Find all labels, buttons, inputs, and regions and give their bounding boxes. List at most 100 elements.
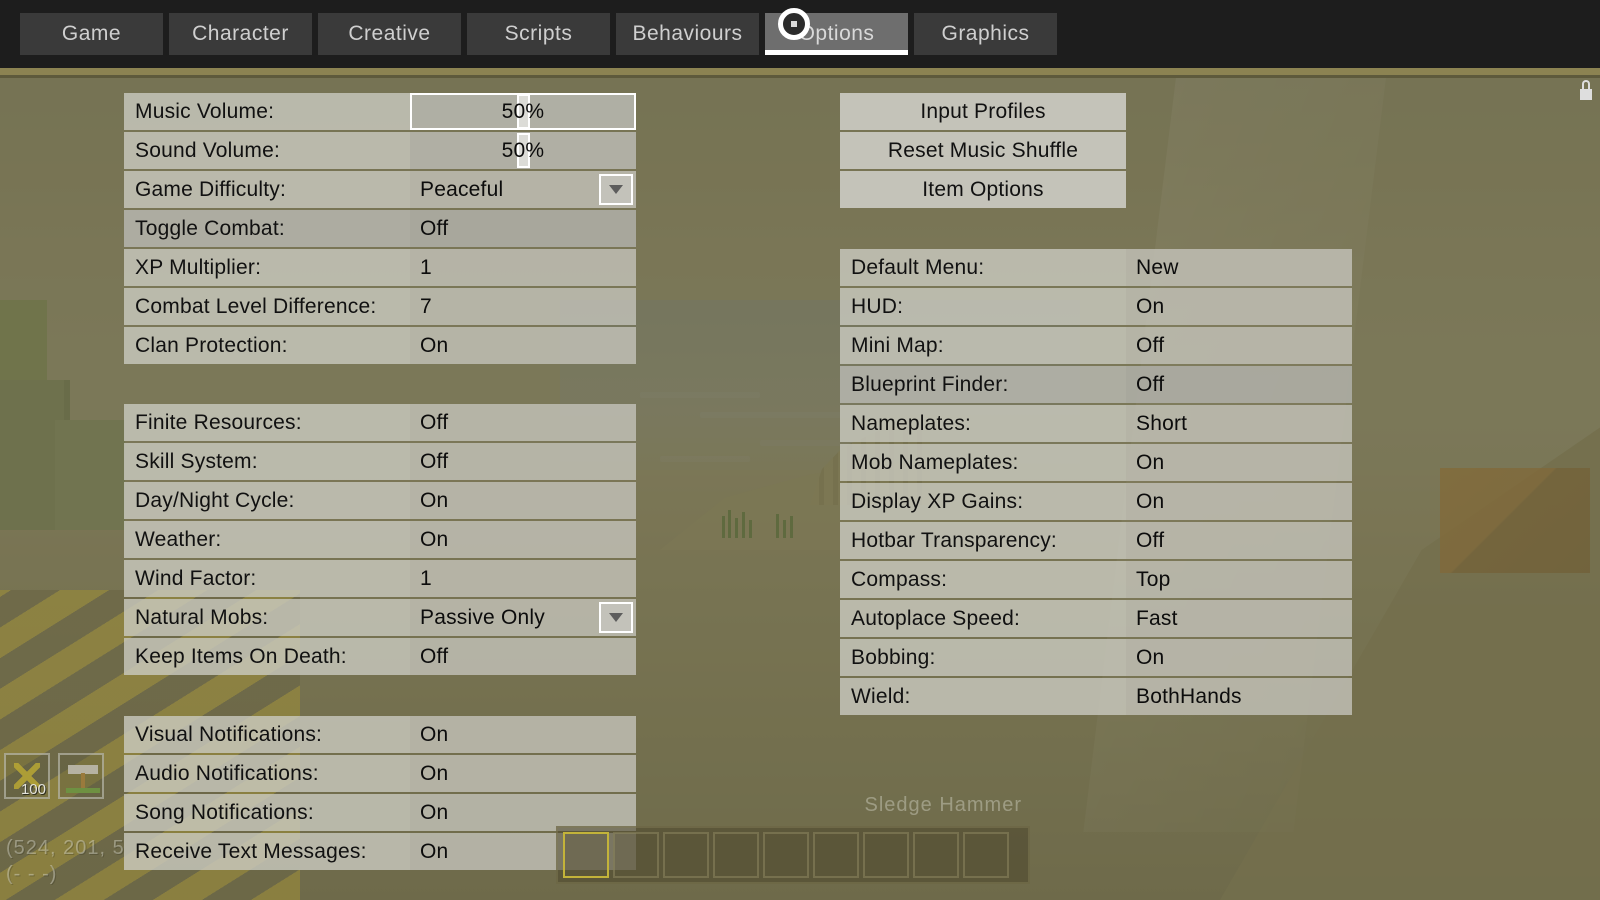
setting-value-text: Off [1136,528,1165,552]
game-options-screen: Game Character Creative Scripts Behaviours Op… [0,0,1600,900]
setting-value-text: Off [1136,333,1165,357]
setting-value-text: Short [1136,411,1188,435]
setting-value-text: On [420,333,449,357]
setting-value[interactable]: On [1126,444,1352,481]
setting-value[interactable]: On [410,521,636,558]
tab-scripts[interactable]: Scripts [467,13,610,55]
setting-value-text: BothHands [1136,684,1242,708]
setting-value-text: Off [420,644,449,668]
setting-row: Nameplates: Short [840,405,1352,442]
setting-row: Wield: BothHands [840,678,1352,715]
setting-row: Combat Level Difference: 7 [124,288,636,325]
setting-value[interactable]: Off [1126,366,1352,403]
chevron-down-glyph [609,185,623,194]
setting-value[interactable]: 1 [410,560,636,597]
setting-value[interactable]: On [1126,483,1352,520]
setting-label: Combat Level Difference: [124,288,410,325]
setting-value-text: On [420,722,449,746]
setting-row: Default Menu: New [840,249,1352,286]
setting-dropdown[interactable]: Passive Only [410,599,636,636]
setting-label: Wield: [840,678,1126,715]
setting-value-text: On [420,761,449,785]
setting-row: XP Multiplier: 1 [124,249,636,286]
hotbar [556,826,1030,884]
hotbar-slot[interactable] [613,832,659,878]
setting-value[interactable]: Off [1126,327,1352,364]
setting-row: Hotbar Transparency: Off [840,522,1352,559]
setting-row: Compass: Top [840,561,1352,598]
setting-value[interactable]: Top [1126,561,1352,598]
tab-creative[interactable]: Creative [318,13,461,55]
setting-row: Bobbing: On [840,639,1352,676]
tabbar-accent-line [0,68,1600,75]
setting-value-text: 1 [420,255,432,279]
setting-value[interactable]: Off [410,443,636,480]
tabbar-accent-line-shadow [0,75,1600,78]
setting-label: Compass: [840,561,1126,598]
tab-character[interactable]: Character [169,13,312,55]
hotbar-slot[interactable] [713,832,759,878]
hotbar-slot[interactable] [913,832,959,878]
setting-label: Wind Factor: [124,560,410,597]
setting-row: Game Difficulty: Peaceful [124,171,636,208]
slider-value-text: 50% [501,138,545,162]
item-options-button[interactable]: Item Options [840,171,1126,208]
setting-value[interactable]: On [1126,288,1352,325]
chevron-down-glyph [609,613,623,622]
setting-value-text: Off [420,216,449,240]
reset-music-shuffle-button[interactable]: Reset Music Shuffle [840,132,1126,169]
setting-value[interactable]: Off [410,404,636,441]
setting-row: Mini Map: Off [840,327,1352,364]
setting-value[interactable]: On [410,755,636,792]
setting-value[interactable]: BothHands [1126,678,1352,715]
setting-value[interactable]: Fast [1126,600,1352,637]
setting-value[interactable]: On [410,482,636,519]
setting-value[interactable]: Off [410,210,636,247]
setting-value[interactable]: 7 [410,288,636,325]
tab-graphics[interactable]: Graphics [914,13,1057,55]
input-profiles-button[interactable]: Input Profiles [840,93,1126,130]
hotbar-slot[interactable] [963,832,1009,878]
hotbar-slot[interactable] [863,832,909,878]
setting-row: Skill System: Off [124,443,636,480]
setting-value[interactable]: New [1126,249,1352,286]
right-settings-group: Default Menu: New HUD: On Mini Map: Off Bluepr… [840,249,1352,715]
setting-row: Audio Notifications: On [124,755,636,792]
setting-label: Weather: [124,521,410,558]
hotbar-slot[interactable] [763,832,809,878]
setting-value[interactable]: Short [1126,405,1352,442]
tab-behaviours[interactable]: Behaviours [616,13,759,55]
chevron-down-icon[interactable] [599,602,633,633]
setting-label: Music Volume: [124,93,410,130]
setting-value[interactable]: On [410,716,636,753]
lock-icon[interactable] [1580,80,1592,100]
setting-label: Toggle Combat: [124,210,410,247]
setting-row: Sound Volume: 50% [124,132,636,169]
setting-value[interactable]: On [1126,639,1352,676]
setting-value[interactable]: 1 [410,249,636,286]
setting-label: Skill System: [124,443,410,480]
hotbar-slot[interactable] [813,832,859,878]
setting-label: Keep Items On Death: [124,638,410,675]
setting-dropdown[interactable]: Peaceful [410,171,636,208]
setting-label: Blueprint Finder: [840,366,1126,403]
setting-label: Display XP Gains: [840,483,1126,520]
setting-row: Visual Notifications: On [124,716,636,753]
tab-game[interactable]: Game [20,13,163,55]
setting-value[interactable]: On [410,327,636,364]
setting-row: HUD: On [840,288,1352,325]
setting-value[interactable]: Off [410,638,636,675]
setting-value-text: Peaceful [420,177,504,201]
setting-label: Default Menu: [840,249,1126,286]
setting-label: Clan Protection: [124,327,410,364]
setting-row: Weather: On [124,521,636,558]
chevron-down-icon[interactable] [599,174,633,205]
slider-value-text: 50% [501,99,545,123]
hotbar-slot[interactable] [563,832,609,878]
setting-slider[interactable]: 50% [410,93,636,130]
setting-value[interactable]: Off [1126,522,1352,559]
setting-slider[interactable]: 50% [410,132,636,169]
hotbar-slot[interactable] [663,832,709,878]
setting-label: Audio Notifications: [124,755,410,792]
setting-label: Game Difficulty: [124,171,410,208]
